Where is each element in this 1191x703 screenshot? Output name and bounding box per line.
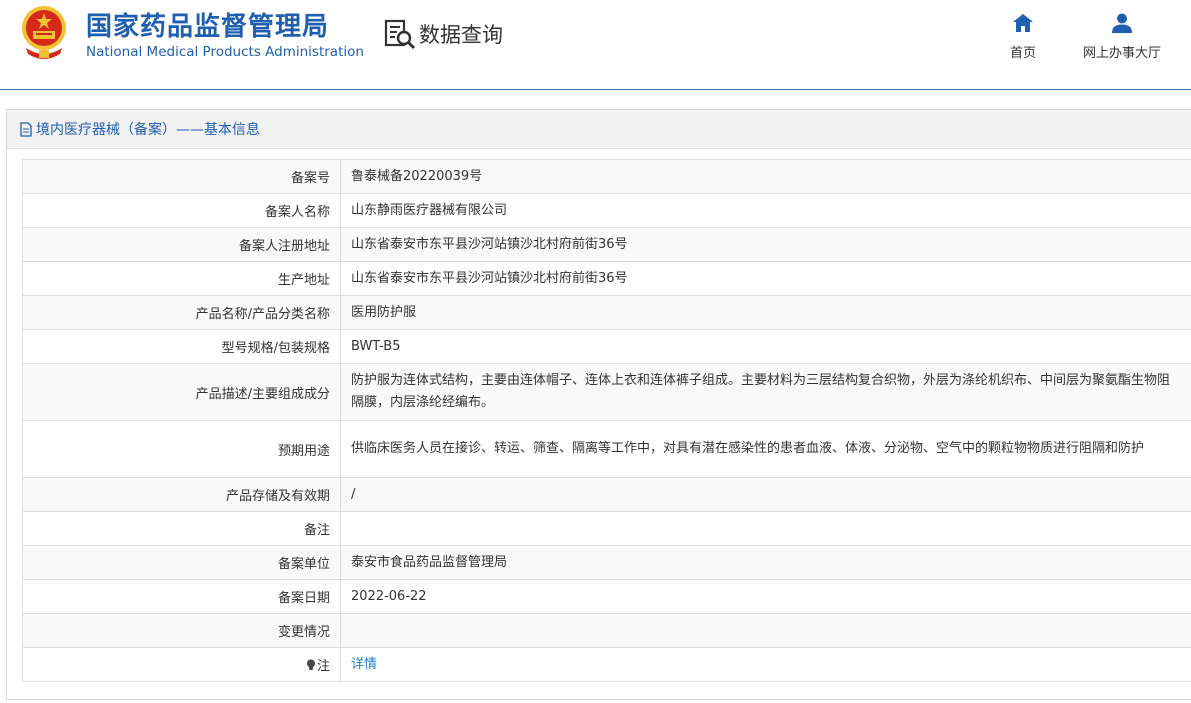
user-icon bbox=[1112, 13, 1132, 33]
org-name-en: National Medical Products Administration bbox=[86, 44, 364, 60]
details-link[interactable]: 详情 bbox=[351, 657, 377, 672]
table-row: 产品名称/产品分类名称 医用防护服 bbox=[22, 295, 1191, 330]
document-icon bbox=[20, 121, 32, 137]
row-label: 备案日期 bbox=[22, 579, 341, 614]
nav-home[interactable]: 首页 bbox=[1003, 12, 1043, 61]
row-label: 型号规格/包装规格 bbox=[22, 329, 341, 364]
lightbulb-icon bbox=[306, 659, 315, 670]
nav-online-hall[interactable]: 网上办事大厅 bbox=[1076, 12, 1168, 61]
table-row: 预期用途 供临床医务人员在接诊、转运、筛查、隔离等工作中，对具有潜在感染性的患者… bbox=[22, 420, 1191, 478]
row-value: BWT-B5 bbox=[340, 329, 1191, 364]
row-value bbox=[340, 613, 1191, 648]
panel-title: 境内医疗器械（备案）——基本信息 bbox=[36, 122, 260, 138]
row-value: 山东静雨医疗器械有限公司 bbox=[340, 193, 1191, 228]
note-label: 注 bbox=[316, 659, 330, 674]
row-value: 防护服为连体式结构，主要由连体帽子、连体上衣和连体裤子组成。主要材料为三层结构复… bbox=[340, 363, 1191, 421]
panel-header: 境内医疗器械（备案）——基本信息 bbox=[7, 110, 1191, 149]
search-document-icon bbox=[384, 19, 416, 50]
table-row: 备案日期 2022-06-22 bbox=[22, 579, 1191, 614]
nav-hall-label: 网上办事大厅 bbox=[1082, 46, 1161, 61]
national-emblem-icon bbox=[22, 6, 66, 59]
row-value: 山东省泰安市东平县沙河站镇沙北村府前街36号 bbox=[340, 261, 1191, 296]
table-row: 产品描述/主要组成成分 防护服为连体式结构，主要由连体帽子、连体上衣和连体裤子组… bbox=[22, 363, 1191, 421]
info-table: 备案号 鲁泰械备20220039号 备案人名称 山东静雨医疗器械有限公司 备案人… bbox=[22, 159, 1191, 682]
row-value bbox=[340, 511, 1191, 546]
table-row: 备注 bbox=[22, 511, 1191, 546]
data-query-title: 数据查询 bbox=[383, 17, 503, 51]
table-row: 备案单位 泰安市食品药品监督管理局 bbox=[22, 545, 1191, 580]
row-value: 医用防护服 bbox=[340, 295, 1191, 330]
org-name-cn: 国家药品监督管理局 bbox=[86, 12, 330, 42]
row-value: 山东省泰安市东平县沙河站镇沙北村府前街36号 bbox=[340, 227, 1191, 262]
row-value: 详情 bbox=[340, 647, 1191, 682]
row-label: 备案人注册地址 bbox=[22, 227, 341, 262]
row-label: 备案号 bbox=[22, 159, 341, 194]
row-value: 2022-06-22 bbox=[340, 579, 1191, 614]
basic-info-panel: 境内医疗器械（备案）——基本信息 备案号 鲁泰械备20220039号 备案人名称… bbox=[6, 109, 1191, 700]
table-row: 产品存储及有效期 / bbox=[22, 477, 1191, 512]
row-label: 备案人名称 bbox=[22, 193, 341, 228]
row-value: / bbox=[340, 477, 1191, 512]
query-title-text: 数据查询 bbox=[419, 23, 503, 47]
row-value: 鲁泰械备20220039号 bbox=[340, 159, 1191, 194]
row-label: 备案单位 bbox=[22, 545, 341, 580]
table-row: 备案号 鲁泰械备20220039号 bbox=[22, 159, 1191, 194]
table-row: 注 详情 bbox=[22, 647, 1191, 682]
row-label: 产品描述/主要组成成分 bbox=[22, 363, 341, 421]
table-row: 生产地址 山东省泰安市东平县沙河站镇沙北村府前街36号 bbox=[22, 261, 1191, 296]
nav-home-label: 首页 bbox=[1009, 46, 1036, 61]
row-label: 产品存储及有效期 bbox=[22, 477, 341, 512]
row-label: 产品名称/产品分类名称 bbox=[22, 295, 341, 330]
row-value: 供临床医务人员在接诊、转运、筛查、隔离等工作中，对具有潜在感染性的患者血液、体液… bbox=[340, 420, 1191, 478]
table-row: 备案人注册地址 山东省泰安市东平县沙河站镇沙北村府前街36号 bbox=[22, 227, 1191, 262]
row-value: 泰安市食品药品监督管理局 bbox=[340, 545, 1191, 580]
table-row: 型号规格/包装规格 BWT-B5 bbox=[22, 329, 1191, 364]
row-label: 变更情况 bbox=[22, 613, 341, 648]
row-label: 预期用途 bbox=[22, 420, 341, 478]
table-row: 备案人名称 山东静雨医疗器械有限公司 bbox=[22, 193, 1191, 228]
table-row: 变更情况 bbox=[22, 613, 1191, 648]
row-label: 生产地址 bbox=[22, 261, 341, 296]
site-header: 国家药品监督管理局 National Medical Products Admi… bbox=[0, 0, 1191, 90]
row-label: 备注 bbox=[22, 511, 341, 546]
note-label-cell: 注 bbox=[22, 647, 341, 682]
home-icon bbox=[1013, 14, 1033, 32]
